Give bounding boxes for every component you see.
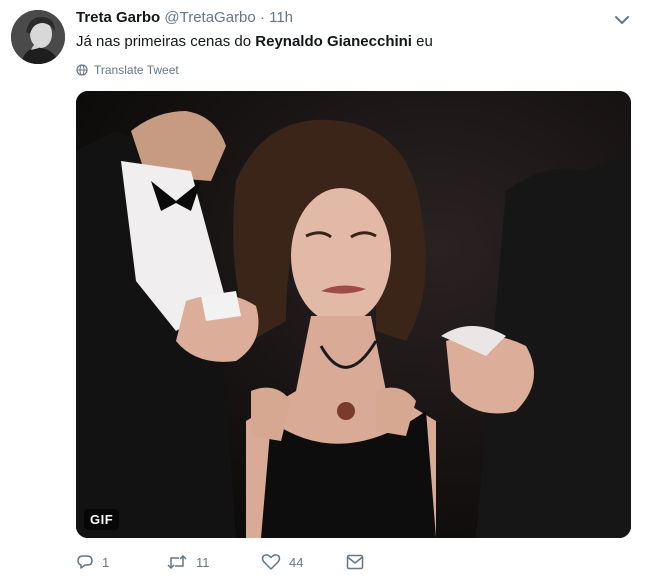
- tweet-text-pre: Já nas primeiras cenas do: [76, 33, 256, 50]
- avatar[interactable]: [11, 10, 65, 64]
- direct-message-button[interactable]: [346, 554, 364, 570]
- author-handle[interactable]: @TretaGarbo: [164, 9, 255, 26]
- tweet-timestamp[interactable]: 11h: [269, 9, 293, 26]
- avatar-portrait: [11, 10, 65, 64]
- separator-dot: ·: [259, 9, 265, 26]
- translate-tweet-link[interactable]: Translate Tweet: [76, 63, 179, 77]
- tweet-text-mention: Reynaldo Gianecchini: [255, 33, 412, 50]
- tweet: Treta Garbo @TretaGarbo · 11h Já nas pri…: [0, 0, 645, 583]
- gif-badge: GIF: [84, 509, 120, 530]
- translate-label: Translate Tweet: [94, 63, 179, 77]
- author-name[interactable]: Treta Garbo: [76, 9, 160, 26]
- globe-icon: [76, 64, 88, 76]
- retweet-icon: [167, 554, 187, 570]
- gif-image: [76, 91, 631, 538]
- tweet-header: Treta Garbo @TretaGarbo · 11h: [76, 9, 293, 26]
- like-icon: [261, 554, 281, 570]
- message-icon: [346, 554, 364, 570]
- tweet-actions: 1 11 44: [76, 553, 364, 571]
- reply-count: 1: [102, 554, 110, 570]
- tweet-text-post: eu: [411, 33, 433, 50]
- retweet-count: 11: [196, 554, 210, 570]
- tweet-text: Já nas primeiras cenas do Reynaldo Giane…: [76, 33, 433, 50]
- reply-button[interactable]: 1: [76, 553, 166, 571]
- reply-icon: [77, 555, 93, 569]
- tweet-media-gif[interactable]: GIF: [76, 91, 631, 538]
- retweet-button[interactable]: 11: [166, 553, 261, 571]
- like-button[interactable]: 44: [261, 553, 346, 571]
- like-count: 44: [289, 554, 304, 570]
- caret-down-icon[interactable]: [612, 12, 632, 28]
